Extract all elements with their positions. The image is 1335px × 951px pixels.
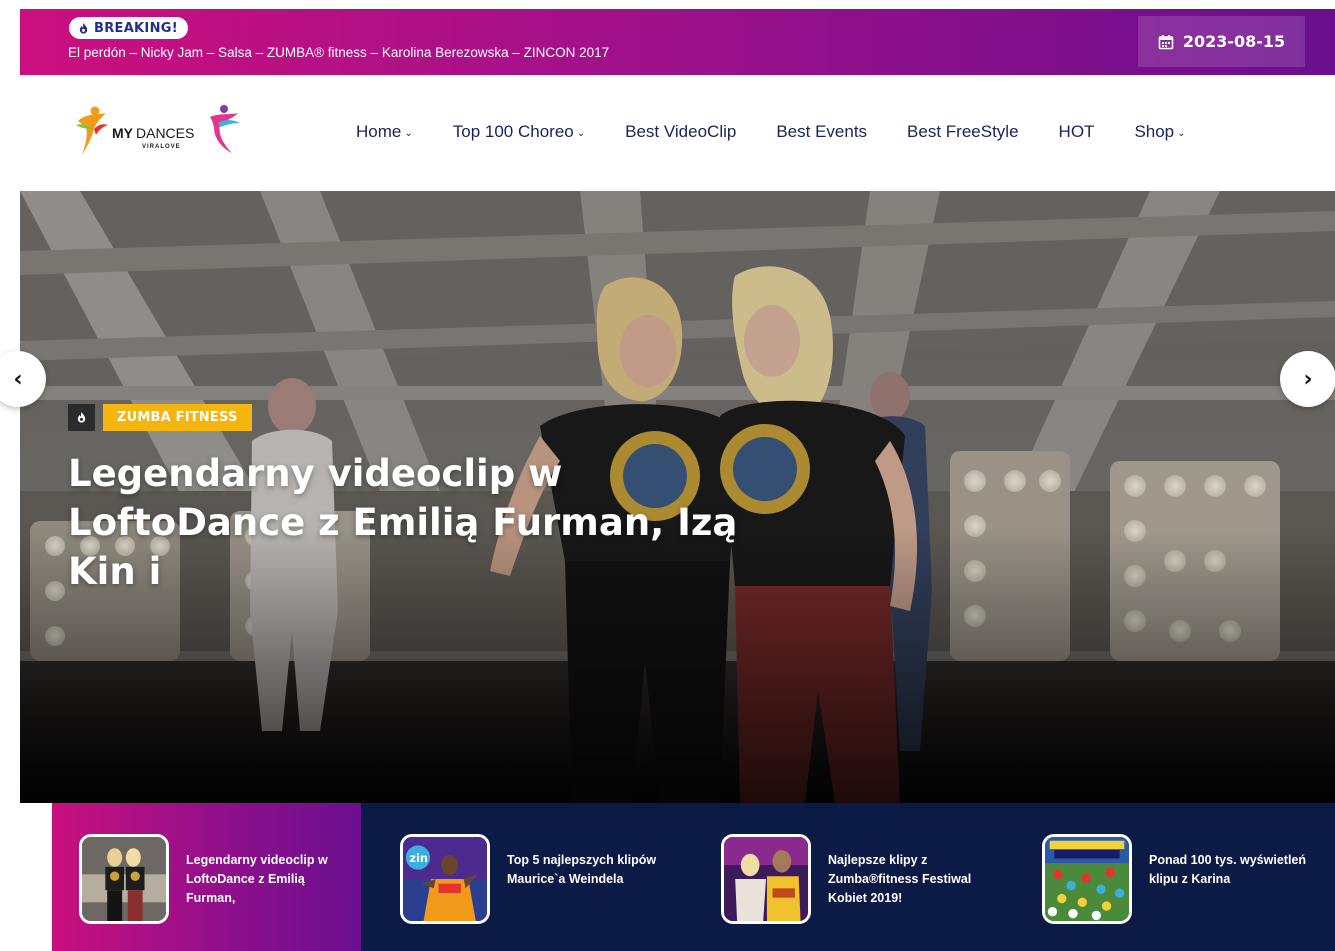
breaking-headline-link[interactable]: El perdón – Nicky Jam – Salsa – ZUMBA® f… (68, 45, 609, 60)
featured-posts-strip: Legendarny videoclip w LoftoDance z Emil… (52, 803, 1335, 951)
nav-item-shop[interactable]: Shop ⌄ (1134, 122, 1185, 142)
svg-text:VIRALOVE: VIRALOVE (142, 144, 181, 150)
svg-text:DANCES: DANCES (136, 125, 194, 141)
strip-item-title: Top 5 najlepszych klipów Maurice`a Weind… (507, 853, 657, 886)
hero-title-link[interactable]: Legendarny videoclip w LoftoDance z Emil… (68, 449, 788, 596)
strip-item[interactable]: zin Top 5 najlepszych klipów Maurice`a W… (373, 803, 694, 951)
chevron-down-icon: ⌄ (576, 127, 586, 139)
post-thumbnail (79, 834, 169, 924)
breaking-news-bar: BREAKING! El perdón – Nicky Jam – Salsa … (20, 9, 1335, 75)
nav-item-top-100-choreo[interactable]: Top 100 Choreo ⌄ (453, 122, 585, 142)
category-badge[interactable]: ZUMBA FITNESS (103, 404, 252, 431)
chevron-down-icon: ⌄ (404, 127, 413, 139)
strip-item-title: Najlepsze klipy z Zumba®fitness Festiwal… (828, 853, 972, 905)
date-text: 2023-08-15 (1182, 32, 1286, 51)
hero-badges: ZUMBA FITNESS (68, 404, 252, 431)
site-logo[interactable]: MY DANCES VIRALOVE (72, 103, 244, 163)
nav-item-best-videoclip[interactable]: Best VideoClip (625, 122, 736, 142)
strip-item[interactable]: Najlepsze klipy z Zumba®fitness Festiwal… (694, 803, 1015, 951)
svg-text:zin: zin (410, 852, 428, 865)
date-display: 2023-08-15 (1138, 16, 1305, 67)
chevron-down-icon: ⌄ (1177, 127, 1186, 139)
breaking-label: BREAKING! (94, 20, 178, 36)
breaking-badge: BREAKING! (69, 17, 188, 39)
post-thumbnail (721, 834, 811, 924)
main-nav: Home ⌄ Top 100 Choreo ⌄ Best VideoClip Bes… (356, 119, 1186, 145)
chevron-left-icon: ‹ (13, 366, 23, 392)
post-thumbnail (1042, 834, 1132, 924)
calendar-icon (1158, 34, 1174, 49)
chevron-right-icon: › (1303, 366, 1313, 392)
strip-item-title: Legendarny videoclip w LoftoDance z Emil… (186, 853, 328, 905)
post-thumbnail: zin (400, 834, 490, 924)
nav-item-hot[interactable]: HOT (1059, 122, 1095, 142)
flame-icon (68, 404, 95, 431)
nav-item-home[interactable]: Home ⌄ (356, 122, 413, 142)
svg-text:MY: MY (112, 125, 134, 141)
strip-item[interactable]: Legendarny videoclip w LoftoDance z Emil… (52, 803, 361, 951)
strip-item[interactable]: Ponad 100 tys. wyświetleń klipu z Karina (1015, 803, 1335, 951)
strip-item-title: Ponad 100 tys. wyświetleń klipu z Karina (1149, 853, 1307, 886)
flame-icon (79, 22, 88, 34)
site-header: MY DANCES VIRALOVE Home ⌄ Top 100 Choreo ⌄… (20, 75, 1335, 191)
logo-graphic: MY DANCES VIRALOVE (76, 105, 240, 155)
nav-item-best-freestyle[interactable]: Best FreeStyle (907, 122, 1019, 142)
slider-next-button[interactable]: › (1280, 351, 1335, 407)
nav-item-best-events[interactable]: Best Events (776, 122, 867, 142)
hero-slider: ZUMBA FITNESS Legendarny videoclip w Lof… (20, 191, 1335, 803)
